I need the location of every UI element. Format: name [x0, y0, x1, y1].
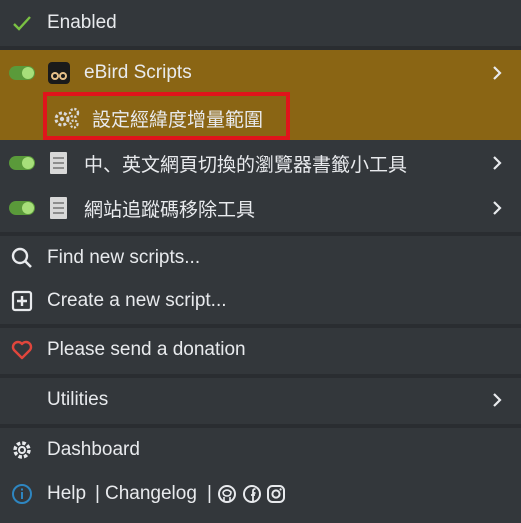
- dashboard-item[interactable]: Dashboard: [0, 428, 521, 472]
- chevron-right-icon: [493, 393, 502, 407]
- donation-label: Please send a donation: [47, 339, 246, 360]
- document-icon: [50, 152, 67, 174]
- utilities-label: Utilities: [47, 389, 109, 410]
- create-script-item[interactable]: Create a new script...: [0, 280, 521, 322]
- enabled-label: Enabled: [47, 12, 117, 33]
- toggle-icon[interactable]: [9, 156, 35, 170]
- toggle-icon[interactable]: [9, 66, 35, 80]
- find-scripts-label: Find new scripts...: [47, 247, 201, 268]
- instagram-icon[interactable]: [266, 484, 286, 504]
- find-scripts-item[interactable]: Find new scripts...: [0, 236, 521, 280]
- github-icon[interactable]: [217, 484, 237, 504]
- script-icon: [48, 62, 70, 84]
- utilities-item[interactable]: Utilities: [0, 378, 521, 422]
- chevron-right-icon: [493, 156, 502, 170]
- changelog-link[interactable]: Changelog: [105, 483, 197, 505]
- script-item-tracker[interactable]: 網站追蹤碼移除工具: [0, 186, 521, 230]
- plus-square-icon: [11, 290, 33, 312]
- enabled-toggle-row[interactable]: Enabled: [0, 0, 521, 46]
- toggle-icon[interactable]: [9, 201, 35, 215]
- gear-icon: [13, 441, 31, 459]
- search-icon: [11, 247, 32, 268]
- create-script-label: Create a new script...: [47, 290, 227, 311]
- help-link[interactable]: Help: [47, 483, 86, 505]
- document-icon: [50, 197, 67, 219]
- script-item-bookmarklet[interactable]: 中、英文網頁切換的瀏覽器書籤小工具: [0, 140, 521, 186]
- script-name: eBird Scripts: [84, 62, 192, 83]
- chevron-right-icon: [493, 66, 502, 80]
- script-name: 網站追蹤碼移除工具: [84, 199, 256, 221]
- script-item-ebird[interactable]: eBird Scripts: [0, 50, 521, 96]
- separator: |: [207, 483, 212, 504]
- check-icon: [10, 11, 34, 35]
- heart-icon: [11, 340, 33, 360]
- facebook-icon[interactable]: [242, 484, 262, 504]
- script-name: 中、英文網頁切換的瀏覽器書籤小工具: [84, 154, 408, 176]
- info-icon: [12, 484, 32, 504]
- chevron-right-icon: [493, 201, 502, 215]
- help-row: Help | Changelog |: [0, 472, 521, 516]
- donation-item[interactable]: Please send a donation: [0, 328, 521, 372]
- separator: |: [95, 483, 100, 504]
- dashboard-label: Dashboard: [47, 439, 140, 460]
- highlight-box: [43, 92, 290, 140]
